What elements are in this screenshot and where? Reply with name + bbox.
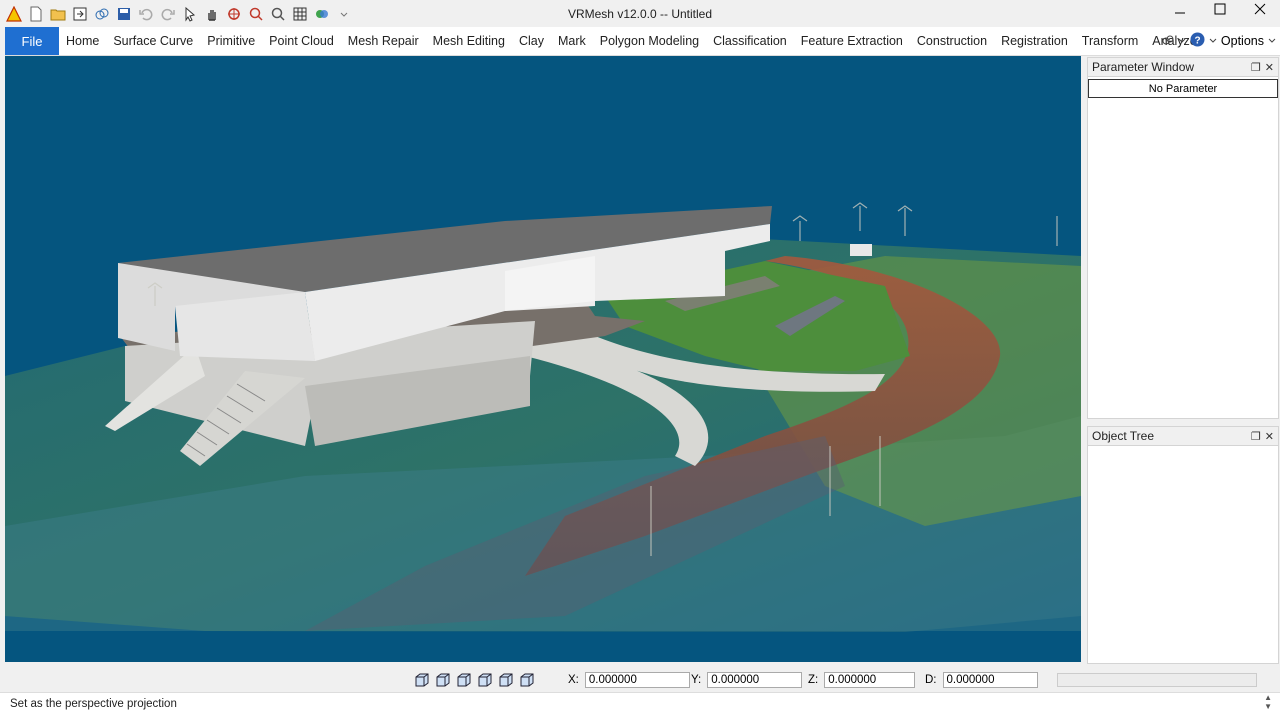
svg-text:?: ? <box>1194 36 1200 47</box>
minimize-icon[interactable] <box>1160 0 1200 18</box>
parameter-window-header: Parameter Window ❐ ✕ <box>1088 58 1278 77</box>
tab-registration[interactable]: Registration <box>994 27 1075 55</box>
x-field[interactable]: 0.000000 <box>584 672 690 688</box>
y-coordinate: Y: 0.000000 <box>691 672 803 688</box>
view-front-icon[interactable] <box>414 672 430 688</box>
view-top-icon[interactable] <box>498 672 514 688</box>
tab-mesh-editing[interactable]: Mesh Editing <box>426 27 512 55</box>
z-coordinate: Z: 0.000000 <box>808 672 916 688</box>
file-tab[interactable]: File <box>5 27 59 55</box>
status-scroll[interactable]: ▲ ▼ <box>1264 693 1272 711</box>
tab-polygon-modeling[interactable]: Polygon Modeling <box>593 27 706 55</box>
x-coordinate: X: 0.000000 <box>568 672 690 688</box>
tab-transform[interactable]: Transform <box>1075 27 1146 55</box>
vehicle <box>850 244 872 256</box>
parameter-window-title: Parameter Window <box>1092 60 1195 74</box>
tab-home[interactable]: Home <box>59 27 106 55</box>
tab-construction[interactable]: Construction <box>910 27 994 55</box>
chevron-down-icon[interactable] <box>1178 34 1186 48</box>
object-tree: Object Tree ❐ ✕ <box>1087 426 1279 664</box>
x-label: X: <box>568 674 579 686</box>
grid-icon[interactable] <box>290 4 309 23</box>
save-icon[interactable] <box>114 4 133 23</box>
zoom-icon[interactable] <box>268 4 287 23</box>
tab-mesh-repair[interactable]: Mesh Repair <box>341 27 426 55</box>
pan-icon[interactable] <box>202 4 221 23</box>
link-toggle-icon[interactable] <box>1162 34 1174 49</box>
close-icon[interactable]: ✕ <box>1265 430 1274 443</box>
menu-right-controls: ? Options <box>1162 27 1276 55</box>
parameter-window: Parameter Window ❐ ✕ No Parameter <box>1087 57 1279 419</box>
3d-viewport[interactable] <box>5 56 1081 662</box>
d-field[interactable]: 0.000000 <box>942 672 1038 688</box>
status-bar: Set as the perspective projection ▲ ▼ <box>0 692 1280 721</box>
options-menu[interactable]: Options <box>1221 34 1264 48</box>
tab-feature-extraction[interactable]: Feature Extraction <box>794 27 910 55</box>
view-left-icon[interactable] <box>456 672 472 688</box>
y-field[interactable]: 0.000000 <box>707 672 803 688</box>
scene-render <box>5 202 1081 632</box>
view-bottom-icon[interactable] <box>519 672 535 688</box>
new-icon[interactable] <box>26 4 45 23</box>
link-icon[interactable] <box>92 4 111 23</box>
tab-classification[interactable]: Classification <box>706 27 794 55</box>
no-parameter-label: No Parameter <box>1088 79 1278 98</box>
import-icon[interactable] <box>70 4 89 23</box>
color-icon[interactable] <box>312 4 331 23</box>
window-controls <box>1160 0 1280 18</box>
tab-surface-curve[interactable]: Surface Curve <box>106 27 200 55</box>
quick-access-toolbar <box>4 4 353 23</box>
float-icon[interactable]: ❐ <box>1251 61 1261 74</box>
title-bar: VRMesh v12.0.0 -- Untitled <box>0 0 1280 28</box>
float-icon[interactable]: ❐ <box>1251 430 1261 443</box>
ribbon-menu-bar: File Home Surface Curve Primitive Point … <box>5 27 1280 56</box>
chevron-down-icon[interactable] <box>1268 34 1276 48</box>
coordinate-bar: X: 0.000000 Y: 0.000000 Z: 0.000000 D: 0… <box>0 664 1280 690</box>
rotate-icon[interactable] <box>224 4 243 23</box>
chevron-down-icon[interactable]: ▼ <box>1264 702 1272 711</box>
tab-mark[interactable]: Mark <box>551 27 593 55</box>
d-label: D: <box>925 674 937 686</box>
chevron-down-icon[interactable] <box>1209 34 1217 48</box>
tab-clay[interactable]: Clay <box>512 27 551 55</box>
y-label: Y: <box>691 674 702 686</box>
view-cube-buttons <box>414 672 535 688</box>
z-label: Z: <box>808 674 819 686</box>
open-icon[interactable] <box>48 4 67 23</box>
maximize-icon[interactable] <box>1200 0 1240 18</box>
ribbon-tabs: Home Surface Curve Primitive Point Cloud… <box>59 27 1204 55</box>
view-right-icon[interactable] <box>477 672 493 688</box>
dropdown-icon[interactable] <box>334 4 353 23</box>
z-field[interactable]: 0.000000 <box>824 672 916 688</box>
undo-icon[interactable] <box>136 4 155 23</box>
tab-primitive[interactable]: Primitive <box>200 27 262 55</box>
tab-point-cloud[interactable]: Point Cloud <box>262 27 341 55</box>
progress-bar <box>1057 673 1257 687</box>
object-tree-header: Object Tree ❐ ✕ <box>1088 427 1278 446</box>
status-text: Set as the perspective projection <box>10 698 177 710</box>
object-tree-title: Object Tree <box>1092 429 1155 443</box>
close-icon[interactable] <box>1240 0 1280 18</box>
view-back-icon[interactable] <box>435 672 451 688</box>
close-icon[interactable]: ✕ <box>1265 61 1274 74</box>
redo-icon[interactable] <box>158 4 177 23</box>
select-icon[interactable] <box>180 4 199 23</box>
chevron-up-icon[interactable]: ▲ <box>1264 693 1272 702</box>
zoom-window-icon[interactable] <box>246 4 265 23</box>
warning-icon[interactable] <box>4 4 23 23</box>
d-coordinate: D: 0.000000 <box>925 672 1038 688</box>
help-icon[interactable]: ? <box>1190 32 1205 50</box>
